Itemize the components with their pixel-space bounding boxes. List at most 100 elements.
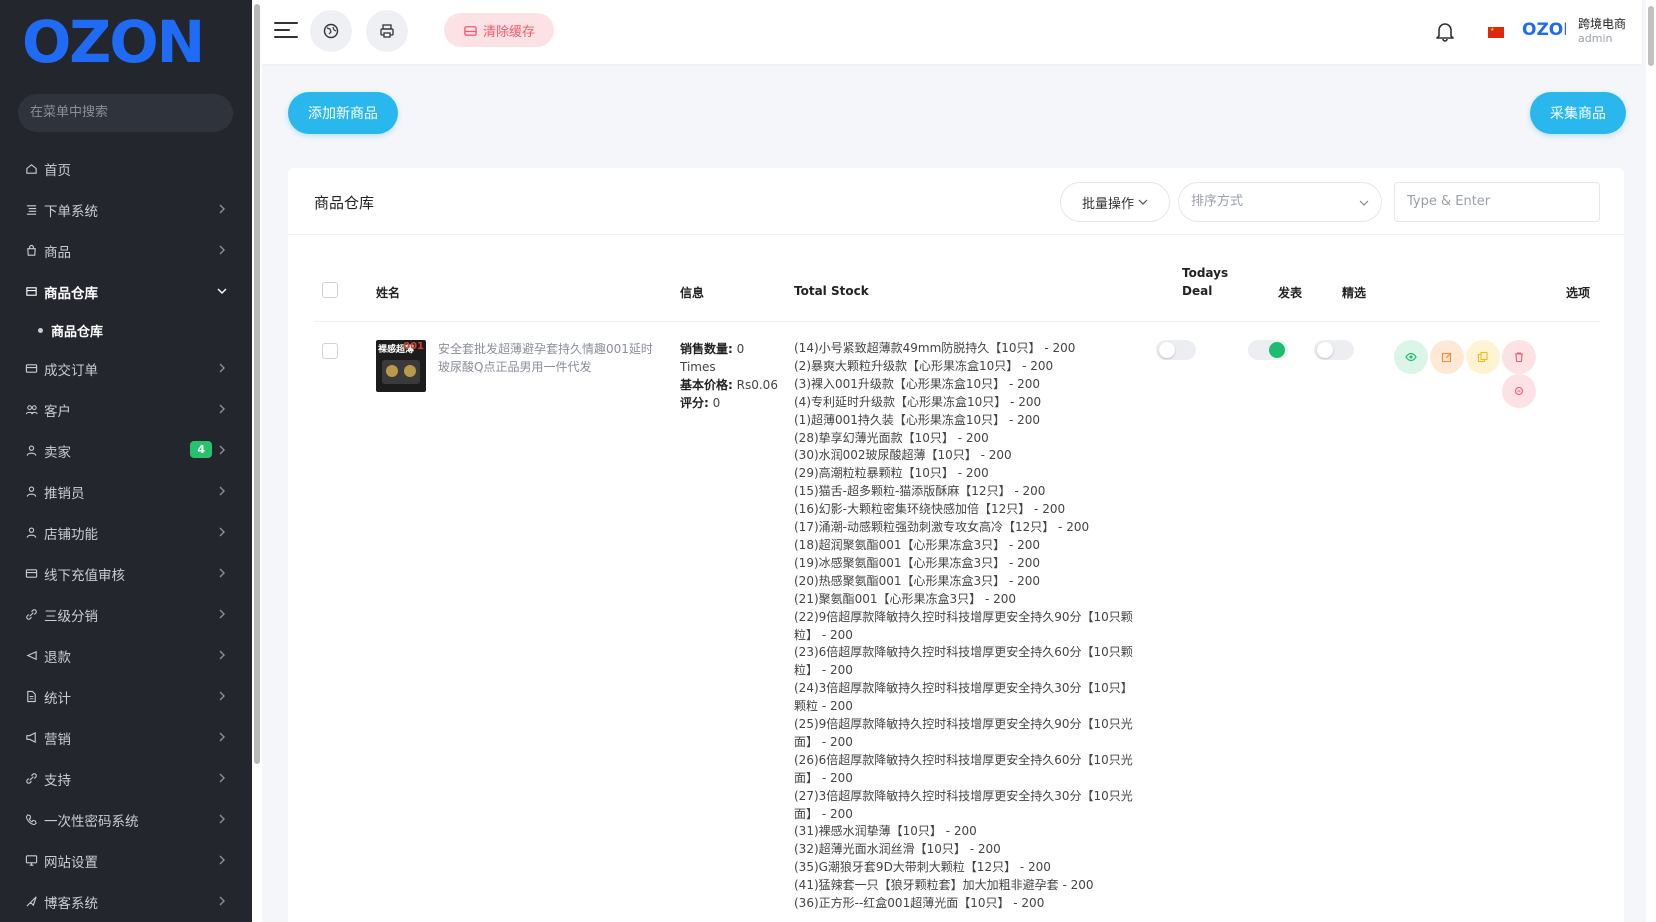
china-flag-icon[interactable]: ★ — [1488, 27, 1504, 38]
sidebar-item-label: 推销员 — [44, 485, 85, 502]
product-thumbnail[interactable]: 裸感超薄 001 — [376, 340, 426, 392]
back-icon — [24, 649, 38, 663]
sidebar: OZON 在菜单中搜索 首页 下单系统 商品 商品仓库 商品仓库 成交订单 客户 卖家 4 推销员… — [0, 0, 252, 922]
sidebar-item-0[interactable]: 首页 — [0, 148, 252, 189]
stock-variant-item: (23)6倍超厚款降敏持久控时科技增厚更安全持久60分【10只颗粒】 - 200 — [794, 645, 1133, 678]
chevron-down-icon — [217, 288, 227, 294]
chevron-right-icon — [219, 404, 225, 414]
stock-variant-item: (22)9倍超厚款降敏持久控时科技增厚更安全持久90分【10只颗粒】 - 200 — [794, 609, 1133, 642]
stock-variant-item: (24)3倍超厚款降敏持久控时科技增厚更安全持久30分【10只】颗粒 - 200 — [794, 681, 1133, 714]
view-button[interactable] — [1394, 340, 1428, 374]
card-title: 商品仓库 — [314, 194, 375, 212]
chevron-down-icon — [1138, 199, 1148, 205]
sidebar-item-label: 首页 — [44, 162, 71, 179]
header-name: 姓名 — [376, 286, 401, 300]
ozon-logo[interactable]: OZON — [22, 12, 232, 72]
bell-icon[interactable] — [1434, 20, 1456, 42]
sidebar-item-3[interactable]: 商品仓库 — [0, 271, 252, 312]
sidebar-item-2[interactable]: 商品 — [0, 230, 252, 271]
stock-variant-item: (29)高潮粒粒暴颗粒【10只】 - 200 — [794, 466, 989, 481]
brand-avatar[interactable]: OZON — [1522, 17, 1566, 43]
sidebar-item-12[interactable]: 退款 — [0, 635, 252, 676]
header-publish: 发表 — [1278, 286, 1303, 300]
product-name[interactable]: 安全套批发超薄避孕套持久情趣001延时玻尿酸Q点正品男用一件代发 — [438, 340, 656, 376]
sidebar-item-6[interactable]: 客户 — [0, 389, 252, 430]
sort-placeholder: 排序方式 — [1191, 194, 1244, 209]
chevron-right-icon — [219, 527, 225, 537]
globe-button[interactable] — [310, 10, 352, 52]
menu-search-input[interactable]: 在菜单中搜索 — [18, 94, 233, 132]
sidebar-item-label: 客户 — [44, 403, 71, 420]
user-icon — [24, 485, 38, 499]
sidebar-item-9[interactable]: 店铺功能 — [0, 512, 252, 553]
user-name[interactable]: 跨境电商 — [1578, 15, 1626, 32]
sidebar-item-7[interactable]: 卖家 4 — [0, 430, 252, 471]
sort-select[interactable]: 排序方式 — [1178, 182, 1382, 222]
monitor-icon — [24, 854, 38, 868]
thumbnail-number: 001 — [403, 341, 424, 352]
sidebar-item-5[interactable]: 成交订单 — [0, 348, 252, 389]
sidebar-subitem-warehouse[interactable]: 商品仓库 — [0, 312, 252, 348]
sidebar-item-13[interactable]: 统计 — [0, 676, 252, 717]
svg-text:OZON: OZON — [22, 12, 203, 72]
price-value: Rs0.06 — [736, 378, 778, 392]
stock-variant-item: (25)9倍超厚款降敏持久控时科技增厚更安全持久90分【10只光面】 - 200 — [794, 717, 1133, 749]
sidebar-item-10[interactable]: 线下充值审核 — [0, 553, 252, 594]
chevron-right-icon — [219, 691, 225, 701]
list-icon — [24, 203, 38, 217]
link-icon — [24, 772, 38, 786]
edit-button[interactable] — [1430, 340, 1464, 374]
copy-button[interactable] — [1466, 340, 1500, 374]
file-icon — [24, 690, 38, 704]
publish-toggle[interactable] — [1248, 340, 1288, 360]
stock-list: (14)小号紧致超薄款49mm防脱持久【10只】 - 200 (2)暴爽大颗粒升级… — [794, 340, 1144, 913]
todays-deal-toggle[interactable] — [1156, 340, 1196, 360]
sidebar-item-label: 支持 — [44, 772, 71, 789]
sidebar-item-18[interactable]: 博客系统 — [0, 881, 252, 922]
header-featured: 精选 — [1342, 286, 1367, 300]
bullet-icon — [38, 327, 43, 333]
search-input[interactable]: Type & Enter — [1394, 182, 1600, 222]
sidebar-item-8[interactable]: 推销员 — [0, 471, 252, 512]
delete-button[interactable] — [1502, 340, 1536, 374]
sidebar-item-1[interactable]: 下单系统 — [0, 189, 252, 230]
stock-variant-item: (26)6倍超厚款降敏持久控时科技增厚更安全持久60分【10只光面】 - 200 — [794, 752, 1133, 785]
stock-variant-item: (3)裸入001升级款【心形果冻盒10只】 - 200 — [794, 376, 1041, 391]
stock-variant-item: (27)3倍超厚款降敏持久控时科技增厚更安全持久30分【10只光面】 - 200 — [794, 788, 1133, 821]
select-all-checkbox[interactable] — [322, 282, 338, 298]
add-product-button[interactable]: 添加新商品 — [288, 92, 398, 134]
copy-link-button[interactable] — [1502, 374, 1536, 408]
sidebar-item-17[interactable]: 网站设置 — [0, 840, 252, 881]
svg-text:OZON: OZON — [1522, 20, 1566, 40]
printer-icon — [380, 24, 394, 38]
sidebar-item-11[interactable]: 三级分销 — [0, 594, 252, 635]
page-scrollbar[interactable] — [1646, 0, 1656, 922]
stock-variant-item: (19)冰感聚氨酯001【心形果冻盒3只】 - 200 — [794, 555, 1041, 570]
clear-cache-label: 清除缓存 — [482, 24, 535, 40]
stock-variant-item: (20)热感聚氨酯001【心形果冻盒3只】 - 200 — [794, 573, 1041, 588]
collect-product-button[interactable]: 采集商品 — [1530, 92, 1626, 134]
link-icon — [24, 608, 38, 622]
clear-cache-button[interactable]: 清除缓存 — [444, 13, 554, 47]
row-checkbox[interactable] — [322, 343, 338, 359]
sidebar-item-16[interactable]: 一次性密码系统 — [0, 799, 252, 840]
sidebar-scrollbar[interactable] — [252, 0, 262, 922]
bulk-action-dropdown[interactable]: 批量操作 — [1060, 182, 1170, 222]
edit-icon — [1441, 352, 1452, 363]
print-button[interactable] — [366, 10, 408, 52]
sidebar-item-15[interactable]: 支持 — [0, 758, 252, 799]
card-icon — [24, 567, 38, 581]
chevron-right-icon — [219, 650, 225, 660]
stock-variant-item: (41)猛辣套一只【狼牙颗粒套】加大加粗非避孕套 - 200 — [794, 878, 1094, 893]
featured-toggle[interactable] — [1314, 340, 1354, 360]
header-deal-line1: Todays — [1182, 266, 1229, 280]
stock-variant-item: (18)超润聚氨酯001【心形果冻盒3只】 - 200 — [794, 537, 1041, 552]
sidebar-item-label: 退款 — [44, 649, 71, 666]
sidebar-item-label: 网站设置 — [44, 854, 98, 871]
hamburger-icon[interactable] — [274, 20, 298, 40]
bulk-action-label: 批量操作 — [1081, 196, 1134, 212]
stock-variant-item: (14)小号紧致超薄款49mm防脱持久【10只】 - 200 — [794, 341, 1076, 355]
users-icon — [24, 403, 38, 417]
sidebar-item-14[interactable]: 营销 — [0, 717, 252, 758]
stock-variant-item: (2)暴爽大颗粒升级款【心形果冻盒10只】 - 200 — [794, 358, 1054, 373]
